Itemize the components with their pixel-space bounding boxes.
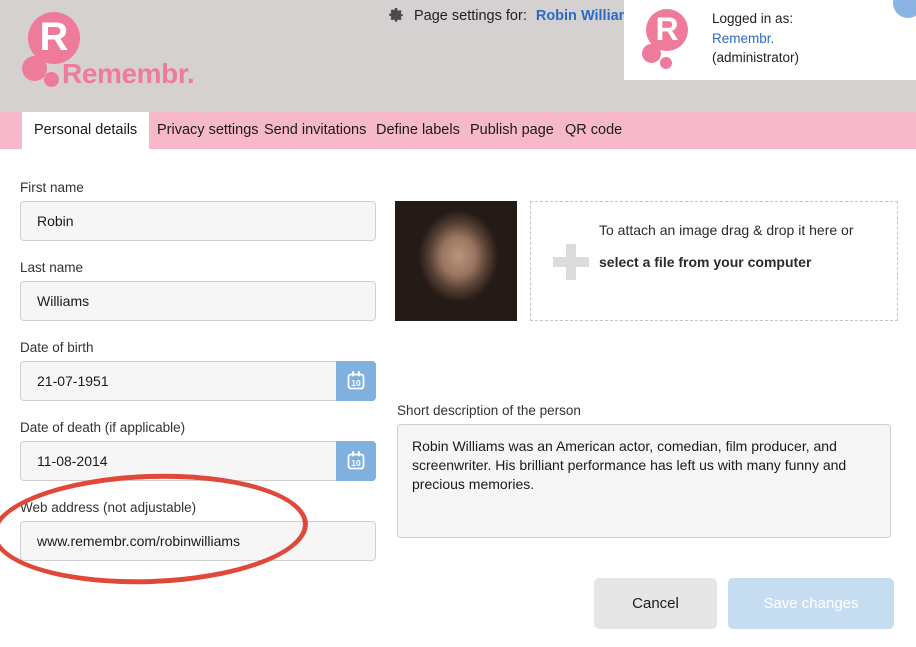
date-of-birth-calendar-button[interactable]: 10: [336, 361, 376, 401]
tab-bar: Personal details Privacy settings Send i…: [0, 112, 916, 149]
last-name-label: Last name: [20, 260, 83, 275]
brand-logo[interactable]: R Remembr.: [14, 8, 314, 98]
svg-text:10: 10: [351, 458, 361, 468]
tab-personal-details[interactable]: Personal details: [22, 112, 149, 149]
date-of-death-input[interactable]: 11-08-2014: [20, 441, 376, 481]
logo-wordmark: Remembr.: [62, 58, 194, 90]
login-logo-dot-large-icon: [642, 44, 661, 63]
logged-in-panel[interactable]: R Logged in as: Remembr. (administrator): [624, 0, 916, 80]
gear-icon[interactable]: [388, 7, 405, 24]
page-settings-heading: Page settings for: Robin Williams: [388, 7, 640, 24]
svg-text:10: 10: [351, 378, 361, 388]
web-address-input: www.remembr.com/robinwilliams: [20, 521, 376, 561]
logo-dot-small-icon: [44, 72, 59, 87]
date-of-death-label: Date of death (if applicable): [20, 420, 185, 435]
web-address-label: Web address (not adjustable): [20, 500, 196, 515]
calendar-icon: 10: [344, 369, 368, 393]
logged-in-role: (administrator): [712, 48, 799, 68]
plus-icon: [553, 244, 589, 280]
login-logo-dot-small-icon: [660, 57, 672, 69]
logged-in-user[interactable]: Remembr.: [712, 29, 799, 49]
date-of-birth-label: Date of birth: [20, 340, 94, 355]
dropzone-select-file-link[interactable]: select a file from your computer: [599, 254, 811, 270]
page-settings-label: Page settings for:: [414, 8, 527, 24]
logged-in-label: Logged in as:: [712, 9, 799, 29]
description-textarea[interactable]: Robin Williams was an American actor, co…: [397, 424, 891, 538]
date-of-birth-input[interactable]: 21-07-1951: [20, 361, 376, 401]
first-name-input[interactable]: Robin: [20, 201, 376, 241]
image-dropzone[interactable]: To attach an image drag & drop it here o…: [530, 201, 898, 321]
calendar-icon: 10: [344, 449, 368, 473]
page-header: R Remembr. Page settings for: Robin Will…: [0, 0, 916, 112]
tab-publish-page[interactable]: Publish page: [458, 112, 566, 149]
save-changes-button[interactable]: Save changes: [728, 578, 894, 629]
portrait-photo: [395, 201, 517, 321]
last-name-input[interactable]: Williams: [20, 281, 376, 321]
first-name-label: First name: [20, 180, 84, 195]
cancel-button[interactable]: Cancel: [594, 578, 717, 629]
tab-define-labels[interactable]: Define labels: [364, 112, 472, 149]
description-label: Short description of the person: [397, 403, 581, 418]
date-of-death-calendar-button[interactable]: 10: [336, 441, 376, 481]
logged-in-text: Logged in as: Remembr. (administrator): [712, 9, 799, 68]
tab-send-invitations[interactable]: Send invitations: [252, 112, 378, 149]
tab-qr-code[interactable]: QR code: [553, 112, 634, 149]
dropzone-instruction: To attach an image drag & drop it here o…: [599, 222, 853, 238]
